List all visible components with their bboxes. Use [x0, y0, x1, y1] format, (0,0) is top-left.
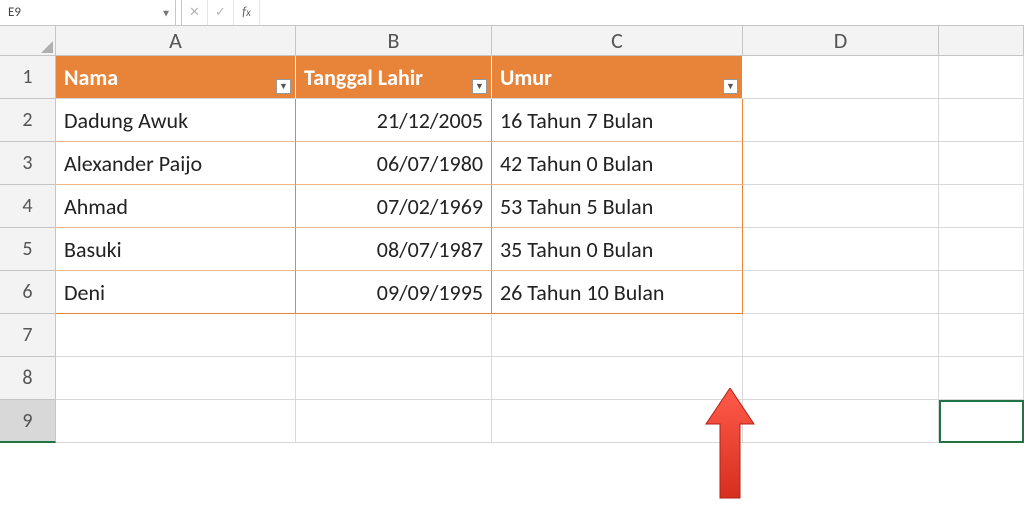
- col-header-B[interactable]: B: [296, 26, 492, 56]
- spreadsheet-grid: A B C D 1 Nama ▼ Tanggal Lahir ▼ Umur ▼ …: [0, 26, 1024, 443]
- row-header-9[interactable]: 9: [0, 400, 56, 443]
- header-text: Umur: [500, 64, 552, 91]
- row-header-1[interactable]: 1: [0, 56, 56, 99]
- cell-E2[interactable]: [939, 99, 1024, 142]
- name-box-dropdown-icon[interactable]: ▼: [161, 6, 171, 19]
- cell-D9[interactable]: [743, 400, 939, 443]
- cell-E1[interactable]: [939, 56, 1024, 99]
- select-all-corner[interactable]: [0, 26, 56, 56]
- row-header-5[interactable]: 5: [0, 228, 56, 271]
- col-header-E[interactable]: [939, 26, 1024, 56]
- cell-E6[interactable]: [939, 271, 1024, 314]
- cell-D6[interactable]: [743, 271, 939, 314]
- cell-E7[interactable]: [939, 314, 1024, 357]
- cell-tanggal[interactable]: 06/07/1980: [296, 142, 492, 185]
- cell-E8[interactable]: [939, 357, 1024, 400]
- cell-D5[interactable]: [743, 228, 939, 271]
- col-header-D[interactable]: D: [743, 26, 939, 56]
- cell-B7[interactable]: [296, 314, 492, 357]
- cell-nama[interactable]: Deni: [56, 271, 296, 314]
- cell-D1[interactable]: [743, 56, 939, 99]
- formula-bar: E9 ▼ ✕ ✓ fx: [0, 0, 1024, 26]
- col-header-C[interactable]: C: [492, 26, 743, 56]
- row-header-6[interactable]: 6: [0, 271, 56, 314]
- cell-reference: E9: [8, 5, 21, 20]
- cell-C8[interactable]: [492, 357, 743, 400]
- cell-D3[interactable]: [743, 142, 939, 185]
- filter-dropdown-icon[interactable]: ▼: [472, 79, 487, 94]
- cell-D8[interactable]: [743, 357, 939, 400]
- cell-tanggal[interactable]: 09/09/1995: [296, 271, 492, 314]
- header-umur[interactable]: Umur ▼: [492, 56, 743, 99]
- cell-nama[interactable]: Ahmad: [56, 185, 296, 228]
- row-header-8[interactable]: 8: [0, 357, 56, 400]
- header-nama[interactable]: Nama ▼: [56, 56, 296, 99]
- filter-dropdown-icon[interactable]: ▼: [723, 79, 738, 94]
- cell-nama[interactable]: Alexander Paijo: [56, 142, 296, 185]
- cell-tanggal[interactable]: 08/07/1987: [296, 228, 492, 271]
- row-header-2[interactable]: 2: [0, 99, 56, 142]
- cell-B8[interactable]: [296, 357, 492, 400]
- cell-C9[interactable]: [492, 400, 743, 443]
- cell-D2[interactable]: [743, 99, 939, 142]
- cell-D4[interactable]: [743, 185, 939, 228]
- row-header-3[interactable]: 3: [0, 142, 56, 185]
- cell-C7[interactable]: [492, 314, 743, 357]
- name-box[interactable]: E9 ▼: [0, 0, 176, 25]
- cell-E5[interactable]: [939, 228, 1024, 271]
- cell-B9[interactable]: [296, 400, 492, 443]
- cell-A8[interactable]: [56, 357, 296, 400]
- cell-A7[interactable]: [56, 314, 296, 357]
- filter-dropdown-icon[interactable]: ▼: [276, 79, 291, 94]
- cell-nama[interactable]: Dadung Awuk: [56, 99, 296, 142]
- cell-umur[interactable]: 53 Tahun 5 Bulan: [492, 185, 743, 228]
- cancel-button: ✕: [182, 0, 208, 25]
- enter-button: ✓: [208, 0, 234, 25]
- cell-umur[interactable]: 16 Tahun 7 Bulan: [492, 99, 743, 142]
- fx-button[interactable]: fx: [234, 0, 260, 25]
- header-text: Nama: [64, 64, 118, 91]
- cell-umur[interactable]: 35 Tahun 0 Bulan: [492, 228, 743, 271]
- cell-E3[interactable]: [939, 142, 1024, 185]
- cell-tanggal[interactable]: 07/02/1969: [296, 185, 492, 228]
- formula-input[interactable]: [260, 0, 1024, 25]
- cell-tanggal[interactable]: 21/12/2005: [296, 99, 492, 142]
- cell-umur[interactable]: 26 Tahun 10 Bulan: [492, 271, 743, 314]
- header-tanggal[interactable]: Tanggal Lahir ▼: [296, 56, 492, 99]
- row-header-7[interactable]: 7: [0, 314, 56, 357]
- cell-umur[interactable]: 42 Tahun 0 Bulan: [492, 142, 743, 185]
- cell-A9[interactable]: [56, 400, 296, 443]
- cell-E4[interactable]: [939, 185, 1024, 228]
- row-header-4[interactable]: 4: [0, 185, 56, 228]
- cell-nama[interactable]: Basuki: [56, 228, 296, 271]
- header-text: Tanggal Lahir: [304, 64, 423, 91]
- cell-E9[interactable]: [939, 400, 1024, 443]
- cell-D7[interactable]: [743, 314, 939, 357]
- col-header-A[interactable]: A: [56, 26, 296, 56]
